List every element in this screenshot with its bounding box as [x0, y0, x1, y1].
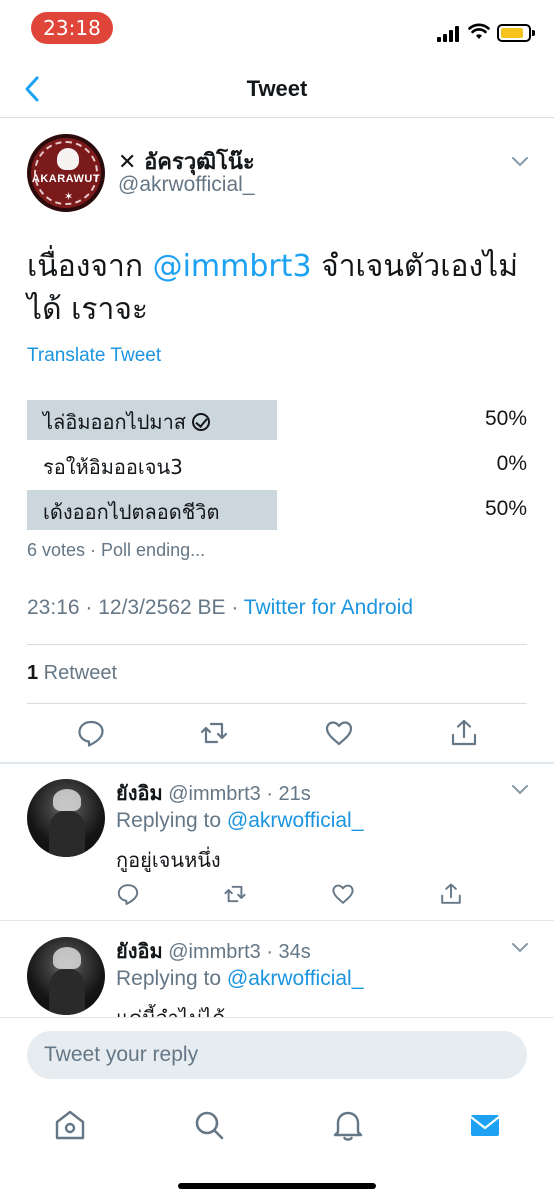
share-icon[interactable] [439, 882, 463, 906]
divider [27, 644, 527, 645]
poll-meta: 6 votes · Poll ending... [27, 540, 206, 560]
poll-percent: 0% [496, 452, 527, 475]
poll-option-label: ไล่อิมออกไปมาส [43, 406, 211, 438]
star-icon: ✶ [64, 190, 74, 203]
wifi-icon [468, 23, 490, 39]
poll-percent: 50% [484, 497, 527, 520]
divider [0, 920, 554, 921]
mention-link[interactable]: @akrwofficial_ [227, 809, 363, 832]
page-title: Tweet [246, 76, 308, 101]
reply-text: กูอยู่เจนหนึ่ง [116, 848, 221, 872]
avatar[interactable] [27, 937, 105, 1015]
battery-icon [497, 24, 535, 42]
reply-handle: @immbrt3 · 34s [162, 941, 311, 963]
replying-to: Replying to @akrwofficial_ [116, 809, 364, 832]
poll-percent: 50% [484, 407, 527, 430]
share-icon[interactable] [449, 718, 479, 748]
tweet-text-part: เนื่องจาก [27, 249, 153, 284]
search-icon[interactable] [189, 1105, 229, 1145]
comment-icon[interactable] [116, 882, 140, 906]
status-bar: 23:18 [0, 0, 554, 56]
author-handle[interactable]: @akrwofficial_ [118, 173, 254, 197]
logo-icon [57, 148, 79, 170]
chevron-down-icon[interactable] [512, 785, 528, 795]
source-link[interactable]: Twitter for Android [244, 596, 413, 619]
reply-author[interactable]: ยังอิม @immbrt3 · 34s [116, 935, 311, 967]
poll-option-label: เด้งออกไปตลอดชีวิต [43, 500, 220, 524]
avatar-brand: AKARAWUT [31, 173, 101, 185]
signal-icon [437, 26, 461, 42]
tweet-text: เนื่องจาก @immbrt3 จำเจนตัวเองไม่ได้ เรา… [27, 245, 527, 331]
poll-option: เด้งออกไปตลอดชีวิต 50% [27, 490, 527, 530]
bell-icon[interactable] [328, 1105, 368, 1145]
nav-bar: Tweet [0, 60, 554, 118]
poll-option-label: รอให้อิมออเจน3 [43, 455, 183, 479]
reply-composer [0, 1017, 554, 1097]
chevron-down-icon[interactable] [512, 157, 528, 167]
tweet-timestamp: 23:16 · 12/3/2562 BE · Twitter for Andro… [27, 596, 414, 619]
reply-handle: @immbrt3 · 21s [162, 783, 311, 805]
check-circle-icon [192, 413, 211, 431]
home-indicator [178, 1183, 376, 1189]
avatar[interactable] [27, 779, 105, 857]
status-time: 23:18 [31, 12, 113, 44]
comment-icon[interactable] [76, 718, 106, 748]
poll-option: รอให้อิมออเจน3 0% [27, 445, 527, 485]
divider [0, 762, 554, 764]
translate-link[interactable]: Translate Tweet [27, 345, 161, 367]
mail-icon[interactable] [465, 1105, 505, 1145]
mention-link[interactable]: @immbrt3 [153, 249, 312, 284]
reply-input[interactable] [27, 1031, 527, 1079]
retweet-icon[interactable] [199, 718, 229, 748]
heart-icon[interactable] [324, 718, 354, 748]
replying-to: Replying to @akrwofficial_ [116, 967, 364, 990]
retweet-icon[interactable] [223, 882, 247, 906]
reply-author[interactable]: ยังอิม @immbrt3 · 21s [116, 777, 311, 809]
heart-icon[interactable] [331, 882, 355, 906]
retweet-count[interactable]: 1 Retweet [27, 662, 117, 685]
home-icon[interactable] [50, 1105, 90, 1145]
avatar[interactable]: AKARAWUT ✶ [27, 134, 105, 212]
chevron-down-icon[interactable] [512, 943, 528, 953]
mention-link[interactable]: @akrwofficial_ [227, 967, 363, 990]
divider [27, 703, 527, 704]
poll-option: ไล่อิมออกไปมาส 50% [27, 400, 527, 440]
